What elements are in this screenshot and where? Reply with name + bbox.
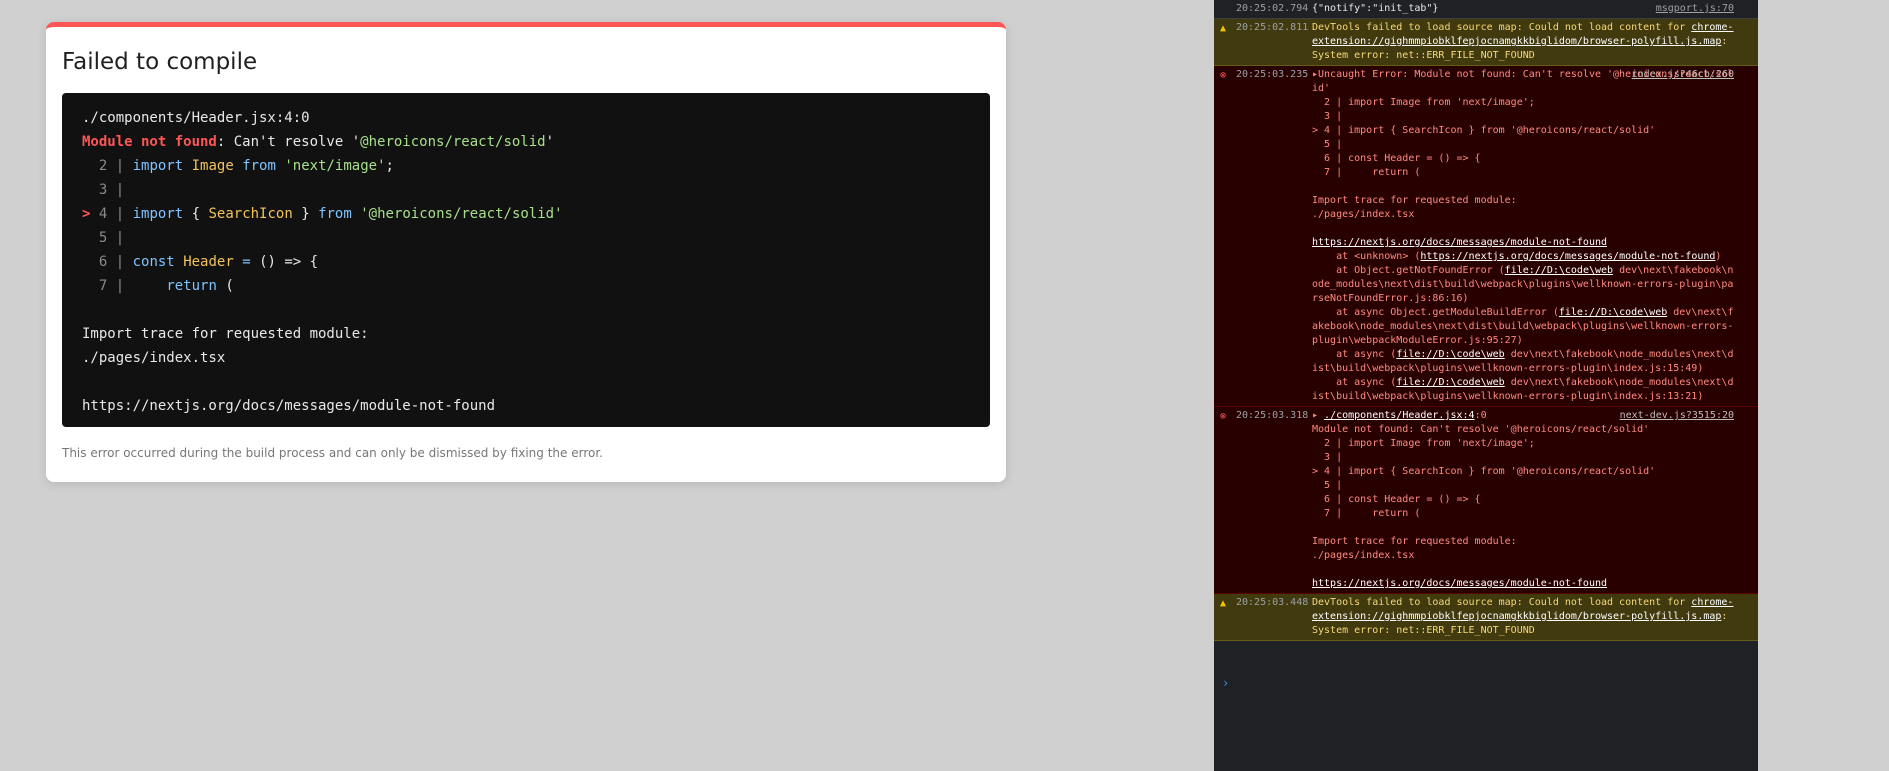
stack-link[interactable]: file://D:\code\web	[1396, 349, 1504, 360]
docs-link[interactable]: https://nextjs.org/docs/messages/module-…	[1312, 237, 1607, 248]
error-message: Module not found: Can't resolve '@heroic…	[82, 134, 555, 150]
dialog-title: Failed to compile	[62, 49, 258, 75]
error-module-name: @heroicons/react/solid	[360, 134, 546, 150]
stack-link[interactable]: https://nextjs.org/docs/messages/module-…	[1420, 251, 1715, 262]
import-trace-path: ./pages/index.tsx	[82, 350, 226, 366]
code-line: 2 | import Image from 'next/image';	[98, 158, 394, 174]
console-warning: ▲ 20:25:03.448 DevTools failed to load s…	[1214, 594, 1758, 641]
console-error: ⊗ 20:25:03.318 next-dev.js?3515:20 ▸ ./c…	[1214, 407, 1758, 594]
timestamp: 20:25:02.794	[1236, 3, 1309, 14]
timestamp: 20:25:02.811	[1236, 22, 1309, 33]
code-line: 5 |	[98, 230, 125, 246]
stack-frame: at async Object.getModuleBuildError (fil…	[1312, 307, 1734, 346]
source-link[interactable]: next-dev.js?3515:20	[1620, 409, 1734, 423]
error-icon: ⊗	[1220, 411, 1227, 422]
docs-link[interactable]: https://nextjs.org/docs/messages/module-…	[1312, 578, 1607, 589]
warning-icon: ▲	[1220, 23, 1227, 34]
console-error: ⊗ 20:25:03.235 index.js?46cb:260 ▸Uncaug…	[1214, 66, 1758, 407]
console-message: 20:25:02.794 msgport.js:70 {"notify":"in…	[1214, 0, 1758, 19]
docs-link[interactable]: https://nextjs.org/docs/messages/module-…	[82, 394, 970, 418]
expand-triangle-icon[interactable]: ▸	[1312, 410, 1324, 421]
dialog-footer-note: This error occurred during the build pro…	[62, 446, 603, 460]
error-file-path: ./components/Header.jsx:4:0	[82, 110, 310, 126]
error-code-block: Module not found: Can't resolve '@heroic…	[1312, 424, 1656, 561]
stack-link[interactable]: file://D:\code\web	[1505, 265, 1613, 276]
prompt-chevron-icon: ›	[1222, 676, 1230, 690]
source-link[interactable]: msgport.js:70	[1656, 2, 1734, 16]
code-line: 7 | return (	[98, 278, 234, 294]
error-line-marker: >	[82, 206, 91, 222]
message-text: DevTools failed to load source map: Coul…	[1312, 597, 1734, 636]
devtools-console: 20:25:02.794 msgport.js:70 {"notify":"in…	[1214, 0, 1758, 771]
warning-icon: ▲	[1220, 598, 1227, 609]
timestamp: 20:25:03.448	[1236, 597, 1309, 608]
timestamp: 20:25:03.318	[1236, 410, 1309, 421]
stack-frame: at Object.getNotFoundError (file://D:\co…	[1312, 265, 1734, 304]
console-prompt[interactable]: ›	[1222, 676, 1229, 690]
stack-link[interactable]: file://D:\code\web	[1559, 307, 1667, 318]
code-line-highlighted: > 4 | import { SearchIcon } from '@heroi…	[82, 206, 563, 222]
stack-frame: at <unknown> (https://nextjs.org/docs/me…	[1312, 251, 1722, 262]
source-link[interactable]: index.js?46cb:260	[1632, 68, 1734, 82]
stack-link[interactable]: file://D:\code\web	[1396, 377, 1504, 388]
timestamp: 20:25:03.235	[1236, 69, 1309, 80]
code-line: 3 |	[98, 182, 125, 198]
error-kind: Module not found	[82, 134, 217, 150]
console-warning: ▲ 20:25:02.811 DevTools failed to load s…	[1214, 19, 1758, 66]
stack-frame: at async (file://D:\code\web dev\next\fa…	[1312, 377, 1734, 402]
file-link[interactable]: ./components/Header.jsx:4	[1324, 410, 1475, 421]
error-code-block: 2 | import Image from 'next/image'; 3 | …	[1312, 97, 1656, 220]
stack-frame: at async (file://D:\code\web dev\next\fa…	[1312, 349, 1734, 374]
message-text: DevTools failed to load source map: Coul…	[1312, 22, 1734, 61]
code-frame: ./components/Header.jsx:4:0 Module not f…	[62, 93, 990, 427]
error-icon: ⊗	[1220, 70, 1227, 81]
code-line: 6 | const Header = () => {	[98, 254, 319, 270]
build-error-dialog: Failed to compile ./components/Header.js…	[46, 22, 1006, 482]
import-trace-heading: Import trace for requested module:	[82, 326, 369, 342]
